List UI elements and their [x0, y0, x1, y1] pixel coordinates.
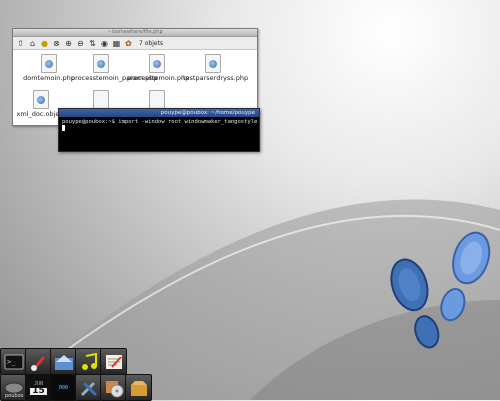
disc-icon [105, 380, 123, 397]
document-icon [149, 90, 165, 109]
terminal-window[interactable]: pouype@poubox: ~/home/pouype pouype@poub… [58, 108, 260, 152]
terminal-titlebar[interactable]: pouype@poubox: ~/home/pouype [59, 109, 259, 117]
terminal-cursor [62, 125, 65, 131]
preferences-launcher[interactable] [75, 374, 102, 401]
bookmark-icon[interactable]: ● [40, 39, 49, 48]
file-name: processtemoin.php [127, 74, 190, 82]
file-manager-toolbar: ⇧ ⌂ ● ⊗ ⊕ ⊖ ⇅ ◉ ▦ ✿ 7 objets [13, 37, 257, 50]
file-item[interactable]: processtemoin_param.php [71, 54, 158, 82]
cpu-readout: 000 [58, 384, 69, 391]
terminal-output[interactable]: pouype@poubox:~$ import -window root win… [59, 117, 259, 134]
eye-icon[interactable]: ◉ [100, 39, 109, 48]
zoom-in-icon[interactable]: ⊕ [64, 39, 73, 48]
terminal-command-line: pouype@poubox:~$ import -window root win… [62, 119, 259, 125]
object-count: 7 objets [139, 39, 164, 47]
file-name: domtemoin.php [23, 74, 75, 82]
editor-launcher[interactable] [25, 348, 52, 375]
clock-day: 15 [30, 385, 47, 396]
document-icon [93, 90, 109, 109]
network-icon[interactable]: ⊗ [52, 39, 61, 48]
file-manager-title: ~/somewhere/file.php [107, 29, 163, 35]
dock: >_ poubox JUN 15 000 [0, 344, 160, 401]
php-file-icon [41, 54, 57, 73]
footprints-logo [390, 231, 491, 349]
svg-text:>_: >_ [7, 358, 16, 366]
php-file-icon [93, 54, 109, 73]
terminal-icon: >_ [4, 354, 23, 369]
cd-launcher[interactable] [100, 374, 127, 401]
file-name: testparserdryss.php [183, 74, 249, 82]
wmaker-label: poubox [5, 393, 24, 399]
file-item[interactable]: domtemoin.php [19, 54, 79, 82]
wmaker-appicon[interactable]: poubox [0, 374, 27, 401]
clock-dockapp[interactable]: JUN 15 [25, 374, 52, 401]
php-file-icon [149, 54, 165, 73]
file-item[interactable]: testparserdryss.php [183, 54, 249, 82]
home-icon[interactable]: ⌂ [28, 39, 37, 48]
notepad-icon [105, 354, 122, 369]
php-file-icon [33, 90, 49, 109]
music-launcher[interactable] [75, 348, 102, 375]
cpu-monitor-dockapp[interactable]: 000 [50, 374, 77, 401]
list-icon[interactable]: ▦ [112, 39, 121, 48]
file-item[interactable]: processtemoin.php [127, 54, 190, 82]
info-icon[interactable]: ✿ [124, 39, 133, 48]
zoom-out-icon[interactable]: ⊖ [76, 39, 85, 48]
tools-icon [80, 381, 97, 396]
terminal-launcher[interactable]: >_ [0, 348, 27, 375]
home-folder-icon [54, 354, 73, 370]
up-arrow-icon[interactable]: ⇧ [16, 39, 25, 48]
home-launcher[interactable] [50, 348, 77, 375]
paintbrush-icon [30, 355, 45, 371]
file-name: processtemoin_param.php [71, 74, 158, 82]
notes-launcher[interactable] [100, 348, 127, 375]
package-launcher[interactable] [125, 374, 152, 401]
file-manager-titlebar[interactable]: ~/somewhere/file.php [13, 29, 257, 37]
box-icon [130, 380, 147, 396]
terminal-title: pouype@poubox: ~/home/pouype [160, 110, 255, 116]
music-note-icon [81, 352, 97, 370]
sort-icon[interactable]: ⇅ [88, 39, 97, 48]
php-file-icon [205, 54, 221, 73]
